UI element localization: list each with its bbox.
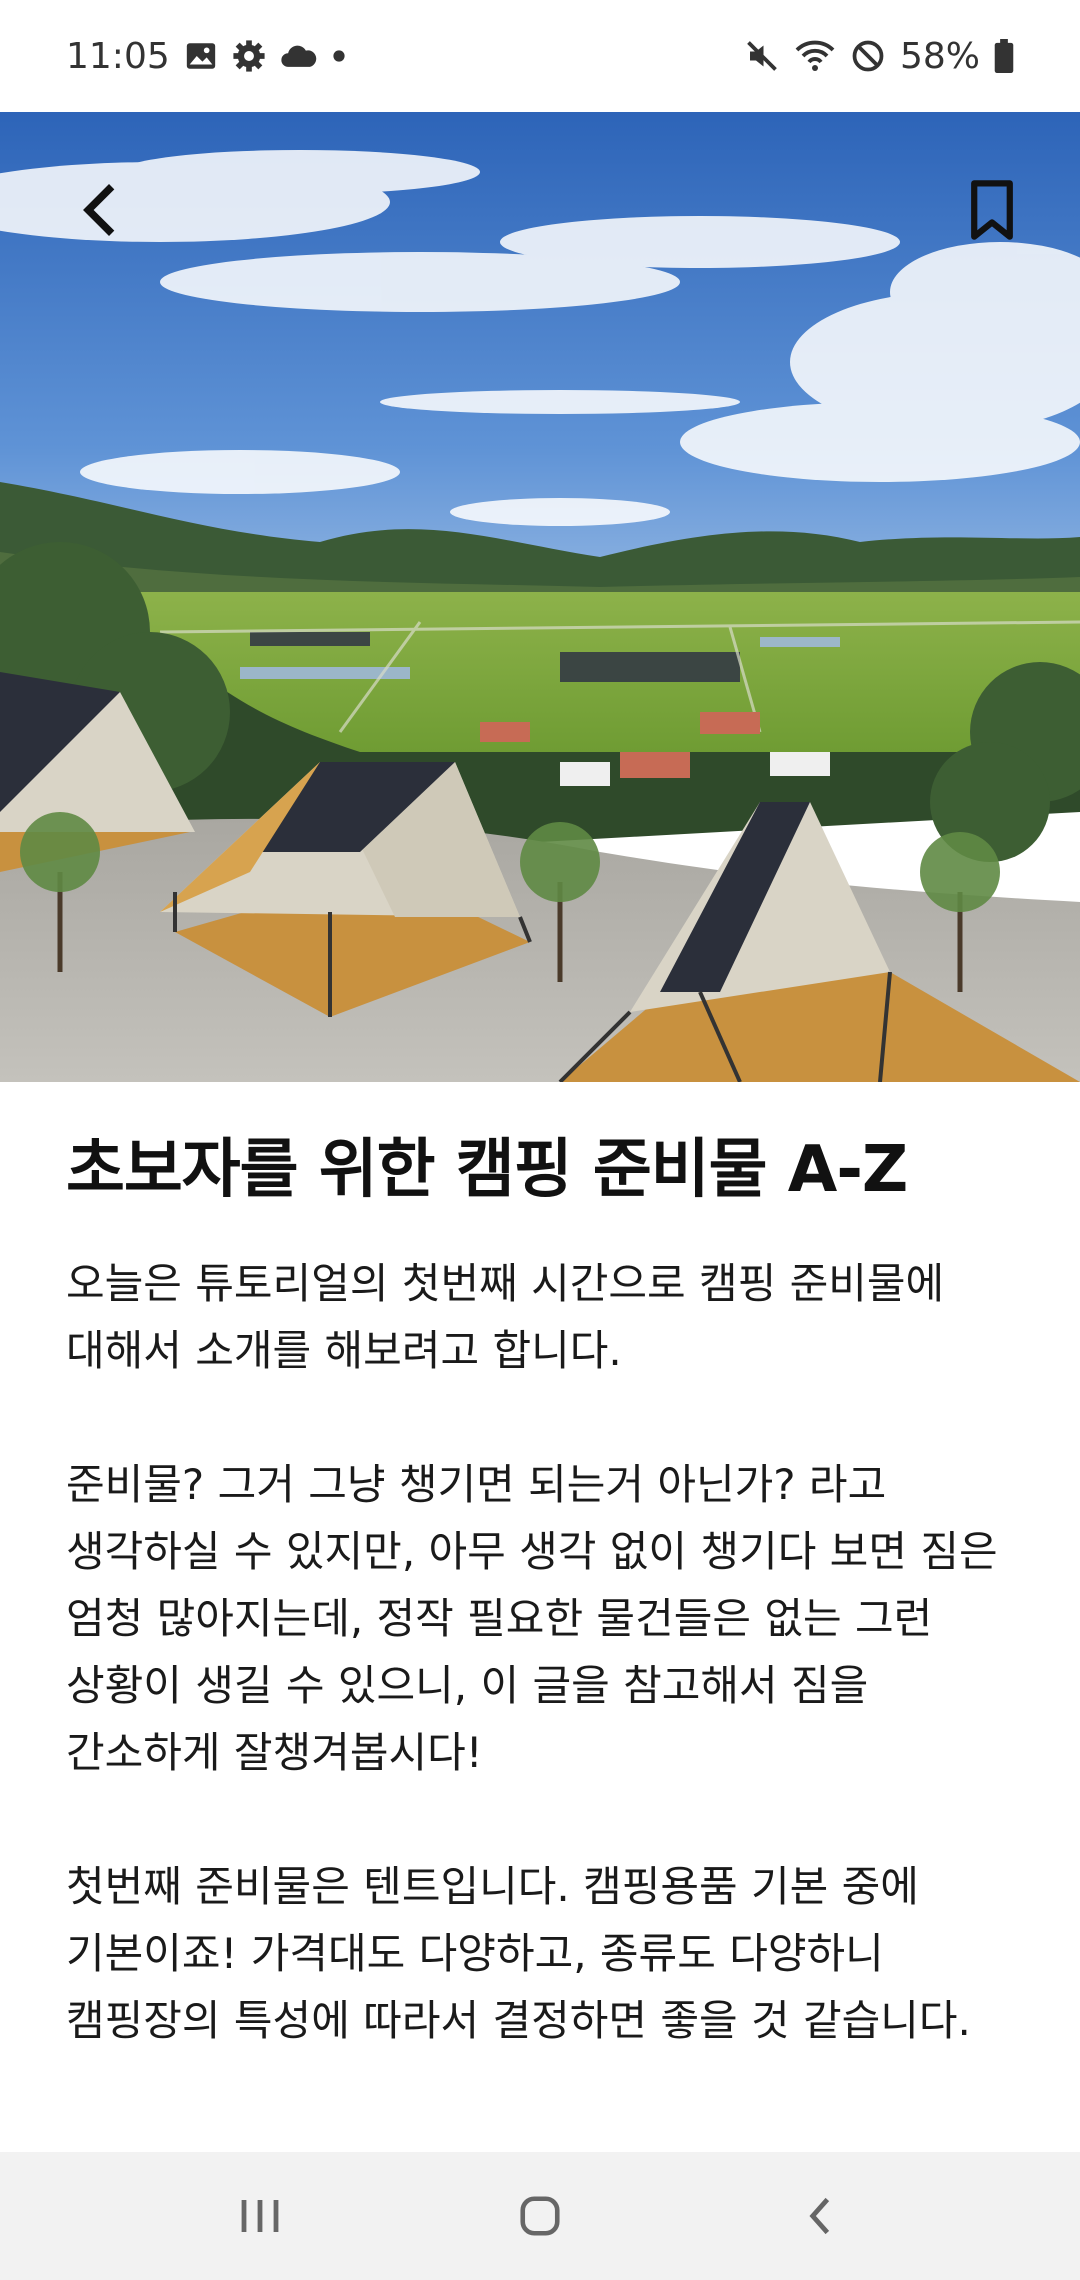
battery-icon <box>994 39 1014 73</box>
home-icon <box>520 2196 560 2236</box>
cloud-icon <box>280 41 318 71</box>
settings-icon <box>232 39 266 73</box>
do-not-disturb-icon <box>850 38 886 74</box>
status-bar: 11:05 58% <box>0 0 1080 112</box>
app-screen: 11:05 58% 초보자를 위한 캠핑 준비물 A-Z 오늘은 튜토리얼의 첫… <box>0 0 1080 2280</box>
back-button[interactable] <box>52 162 148 258</box>
hero-image <box>0 112 1080 1082</box>
recent-apps-button[interactable] <box>200 2166 320 2266</box>
nav-back-button[interactable] <box>760 2166 880 2266</box>
gallery-icon <box>184 39 218 73</box>
bookmark-button[interactable] <box>944 162 1040 258</box>
status-right: 58% <box>744 36 1014 77</box>
wifi-icon <box>794 38 836 74</box>
battery-percent: 58% <box>899 35 980 77</box>
dot-icon <box>332 49 346 63</box>
home-button[interactable] <box>480 2166 600 2266</box>
article-paragraph-2: 준비물? 그거 그냥 챙기면 되는거 아닌가? 라고 생각하실 수 있지만, 아… <box>66 1460 998 1777</box>
article-content: 초보자를 위한 캠핑 준비물 A-Z 오늘은 튜토리얼의 첫번째 시간으로 캠핑… <box>66 1120 1026 2121</box>
article-body: 오늘은 튜토리얼의 첫번째 시간으로 캠핑 준비물에 대해서 소개를 해보려고 … <box>66 1250 1026 2054</box>
back-arrow-icon <box>83 184 115 236</box>
article-paragraph-3: 첫번째 준비물은 텐트입니다. 캠핑용품 기본 중에 기본이죠! 가격대도 다양… <box>66 1862 971 2045</box>
status-left: 11:05 <box>66 36 346 77</box>
recent-apps-icon <box>241 2200 279 2232</box>
mute-icon <box>744 38 780 74</box>
article-paragraph-1: 오늘은 튜토리얼의 첫번째 시간으로 캠핑 준비물에 대해서 소개를 해보려고 … <box>66 1259 945 1375</box>
navigation-bar <box>0 2152 1080 2280</box>
campsite-photo <box>0 112 1080 1082</box>
article-title: 초보자를 위한 캠핑 준비물 A-Z <box>66 1133 908 1207</box>
back-icon <box>809 2197 830 2235</box>
bookmark-icon <box>971 180 1013 240</box>
status-time: 11:05 <box>66 35 170 77</box>
